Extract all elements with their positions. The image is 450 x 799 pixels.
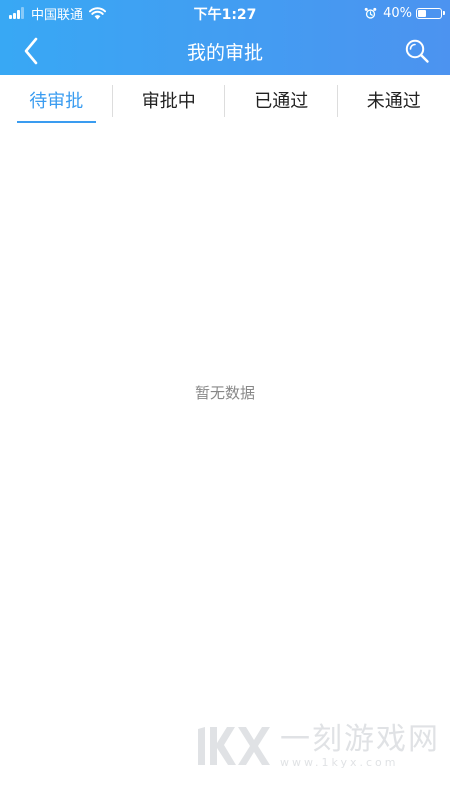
watermark-logo-icon — [194, 723, 272, 769]
tab-in-progress[interactable]: 审批中 — [113, 75, 225, 125]
search-icon — [404, 38, 430, 64]
watermark-text: 一刻游戏网 — [280, 722, 440, 757]
status-bar: 中国联通 下午1:27 40% — [0, 0, 450, 26]
alarm-icon — [364, 7, 377, 20]
app-header: 中国联通 下午1:27 40% 我的审批 — [0, 0, 450, 75]
watermark-url: www.1kyx.com — [280, 756, 399, 769]
tab-label: 已通过 — [254, 91, 309, 112]
search-button[interactable] — [402, 36, 432, 66]
status-right: 40% — [364, 4, 445, 22]
page-title: 我的审批 — [186, 42, 263, 64]
active-tab-indicator — [17, 121, 96, 123]
tab-bar: 待审批 审批中 已通过 未通过 — [0, 75, 450, 125]
watermark: 一刻游戏网 www.1kyx.com — [194, 723, 440, 769]
battery-fill — [418, 9, 426, 17]
battery-percent: 40% — [383, 5, 412, 21]
chevron-left-icon — [23, 37, 39, 65]
tab-rejected[interactable]: 未通过 — [338, 75, 450, 125]
watermark-text-group: 一刻游戏网 www.1kyx.com — [280, 723, 440, 769]
tab-label: 审批中 — [141, 91, 196, 112]
tab-label: 待审批 — [29, 91, 84, 112]
back-button[interactable] — [16, 36, 46, 66]
tab-pending[interactable]: 待审批 — [0, 75, 113, 125]
battery-icon — [416, 7, 445, 19]
empty-state-text: 暂无数据 — [194, 384, 255, 402]
tab-approved[interactable]: 已通过 — [225, 75, 338, 125]
tab-label: 未通过 — [366, 91, 421, 112]
nav-bar: 我的审批 — [0, 26, 450, 75]
